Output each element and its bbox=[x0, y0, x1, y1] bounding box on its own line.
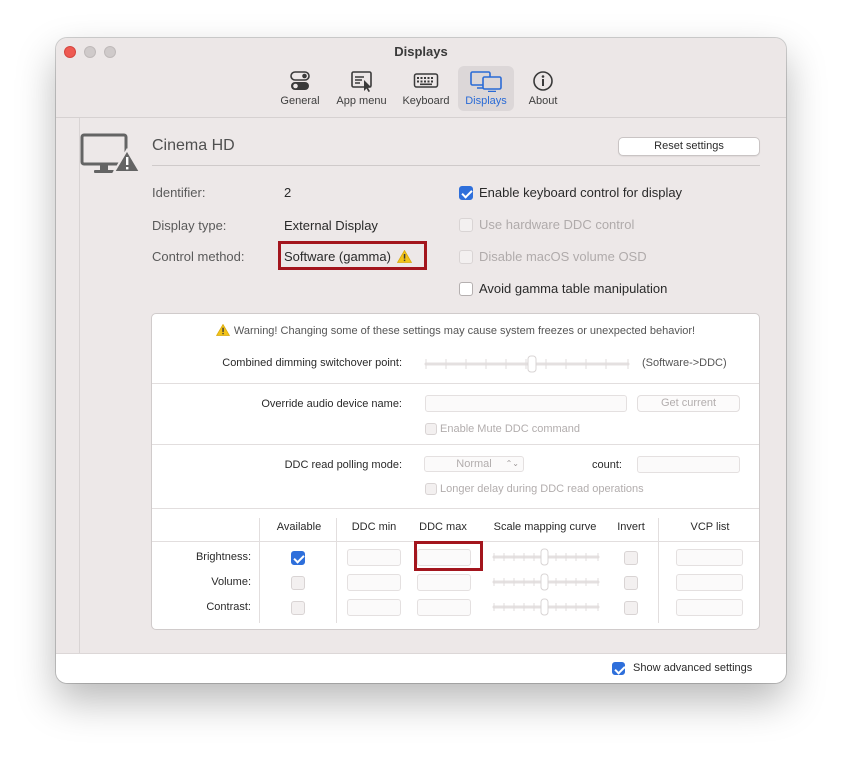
column-divider bbox=[259, 518, 260, 623]
info-icon bbox=[533, 71, 553, 91]
polling-mode-select[interactable]: Normal ⌃⌄ bbox=[424, 456, 524, 472]
warning-row: Warning! Changing some of these settings… bbox=[152, 323, 759, 337]
volume-invert-checkbox[interactable] bbox=[624, 576, 638, 590]
display-name: Cinema HD bbox=[152, 137, 235, 154]
control-method-label: Control method: bbox=[152, 249, 245, 264]
footer-bar: Show advanced settings bbox=[56, 653, 786, 683]
brightness-scale-slider[interactable] bbox=[492, 548, 600, 566]
longer-delay-checkbox[interactable] bbox=[425, 483, 437, 495]
disable-osd-checkbox[interactable] bbox=[459, 250, 473, 264]
contrast-invert-checkbox[interactable] bbox=[624, 601, 638, 615]
header-vcp-list: VCP list bbox=[690, 521, 730, 533]
hardware-ddc-label: Use hardware DDC control bbox=[479, 217, 635, 232]
header-separator bbox=[152, 165, 760, 166]
advanced-settings-panel: Warning! Changing some of these settings… bbox=[151, 313, 760, 630]
title-bar: Displays General App menu Keyboard Displ… bbox=[56, 38, 786, 118]
reset-settings-button[interactable]: Reset settings bbox=[618, 137, 760, 156]
header-available: Available bbox=[276, 521, 322, 533]
display-type-value: External Display bbox=[284, 218, 378, 233]
mute-ddc-label: Enable Mute DDC command bbox=[440, 423, 581, 435]
displays-window: Displays General App menu Keyboard Displ… bbox=[56, 38, 786, 683]
keyboard-icon bbox=[413, 73, 439, 88]
contrast-vcp-input[interactable] bbox=[676, 599, 743, 616]
contrast-ddc-max-input[interactable] bbox=[417, 599, 471, 616]
polling-mode-label: DDC read polling mode: bbox=[284, 459, 402, 471]
header-invert: Invert bbox=[617, 521, 645, 533]
show-advanced-checkbox[interactable] bbox=[612, 662, 625, 675]
tab-general-label: General bbox=[280, 95, 320, 107]
longer-delay-label: Longer delay during DDC read operations bbox=[440, 483, 644, 495]
show-advanced-label: Show advanced settings bbox=[633, 662, 753, 674]
header-ddc-min: DDC min bbox=[351, 521, 397, 533]
display-type-label: Display type: bbox=[152, 218, 227, 233]
header-scale-mapping: Scale mapping curve bbox=[493, 521, 597, 533]
identifier-value: 2 bbox=[284, 185, 292, 200]
displays-icon bbox=[470, 71, 502, 92]
warning-icon bbox=[215, 323, 230, 336]
warning-text: Warning! Changing some of these settings… bbox=[233, 325, 696, 337]
ddc-max-highlight bbox=[414, 541, 483, 571]
tab-about-label: About bbox=[528, 95, 558, 107]
tab-keyboard[interactable]: Keyboard bbox=[398, 66, 454, 111]
avoid-gamma-label: Avoid gamma table manipulation bbox=[479, 281, 668, 296]
volume-ddc-max-input[interactable] bbox=[417, 574, 471, 591]
panel-divider bbox=[152, 383, 759, 384]
switchover-label: Combined dimming switchover point: bbox=[222, 357, 402, 369]
keyboard-control-label: Enable keyboard control for display bbox=[479, 185, 683, 200]
row-label-volume: Volume: bbox=[211, 576, 251, 588]
tab-displays-label: Displays bbox=[465, 95, 507, 107]
app-menu-icon bbox=[350, 71, 372, 92]
column-divider bbox=[658, 518, 659, 623]
contrast-scale-slider[interactable] bbox=[492, 598, 600, 616]
volume-vcp-input[interactable] bbox=[676, 574, 743, 591]
brightness-ddc-min-input[interactable] bbox=[347, 549, 401, 566]
row-label-brightness: Brightness: bbox=[195, 551, 251, 563]
window-title: Displays bbox=[394, 44, 448, 59]
tab-displays[interactable]: Displays bbox=[458, 66, 514, 111]
volume-available-checkbox[interactable] bbox=[291, 576, 305, 590]
brightness-invert-checkbox[interactable] bbox=[624, 551, 638, 565]
get-current-button[interactable]: Get current bbox=[637, 395, 740, 412]
tab-keyboard-label: Keyboard bbox=[402, 95, 450, 107]
audio-device-input[interactable] bbox=[425, 395, 627, 412]
keyboard-control-checkbox[interactable] bbox=[459, 186, 473, 200]
mute-ddc-checkbox[interactable] bbox=[425, 423, 437, 435]
polling-mode-value: Normal bbox=[456, 458, 492, 470]
display-warning-icon bbox=[80, 133, 142, 173]
identifier-label: Identifier: bbox=[152, 185, 206, 200]
volume-scale-slider[interactable] bbox=[492, 573, 600, 591]
panel-divider bbox=[152, 444, 759, 445]
audio-device-label: Override audio device name: bbox=[261, 398, 402, 410]
panel-divider bbox=[152, 508, 759, 509]
avoid-gamma-checkbox[interactable] bbox=[459, 282, 473, 296]
polling-count-input[interactable] bbox=[637, 456, 740, 473]
brightness-vcp-input[interactable] bbox=[676, 549, 743, 566]
contrast-available-checkbox[interactable] bbox=[291, 601, 305, 615]
chevron-updown-icon: ⌃⌄ bbox=[505, 459, 519, 468]
tab-about[interactable]: About bbox=[518, 66, 568, 111]
tab-general[interactable]: General bbox=[275, 66, 325, 111]
tab-app-menu[interactable]: App menu bbox=[331, 66, 392, 111]
header-ddc-max: DDC max bbox=[419, 521, 467, 533]
control-method-highlight bbox=[278, 241, 427, 270]
switchover-suffix: (Software->DDC) bbox=[642, 357, 727, 369]
volume-ddc-min-input[interactable] bbox=[347, 574, 401, 591]
hardware-ddc-checkbox[interactable] bbox=[459, 218, 473, 232]
disable-osd-label: Disable macOS volume OSD bbox=[479, 249, 647, 264]
switchover-slider[interactable] bbox=[424, 354, 630, 374]
count-label: count: bbox=[592, 459, 622, 471]
contrast-ddc-min-input[interactable] bbox=[347, 599, 401, 616]
tab-app-menu-label: App menu bbox=[336, 95, 387, 107]
brightness-available-checkbox[interactable] bbox=[291, 551, 305, 565]
column-divider bbox=[336, 518, 337, 623]
row-label-contrast: Contrast: bbox=[206, 601, 251, 613]
toggles-icon bbox=[290, 71, 310, 90]
